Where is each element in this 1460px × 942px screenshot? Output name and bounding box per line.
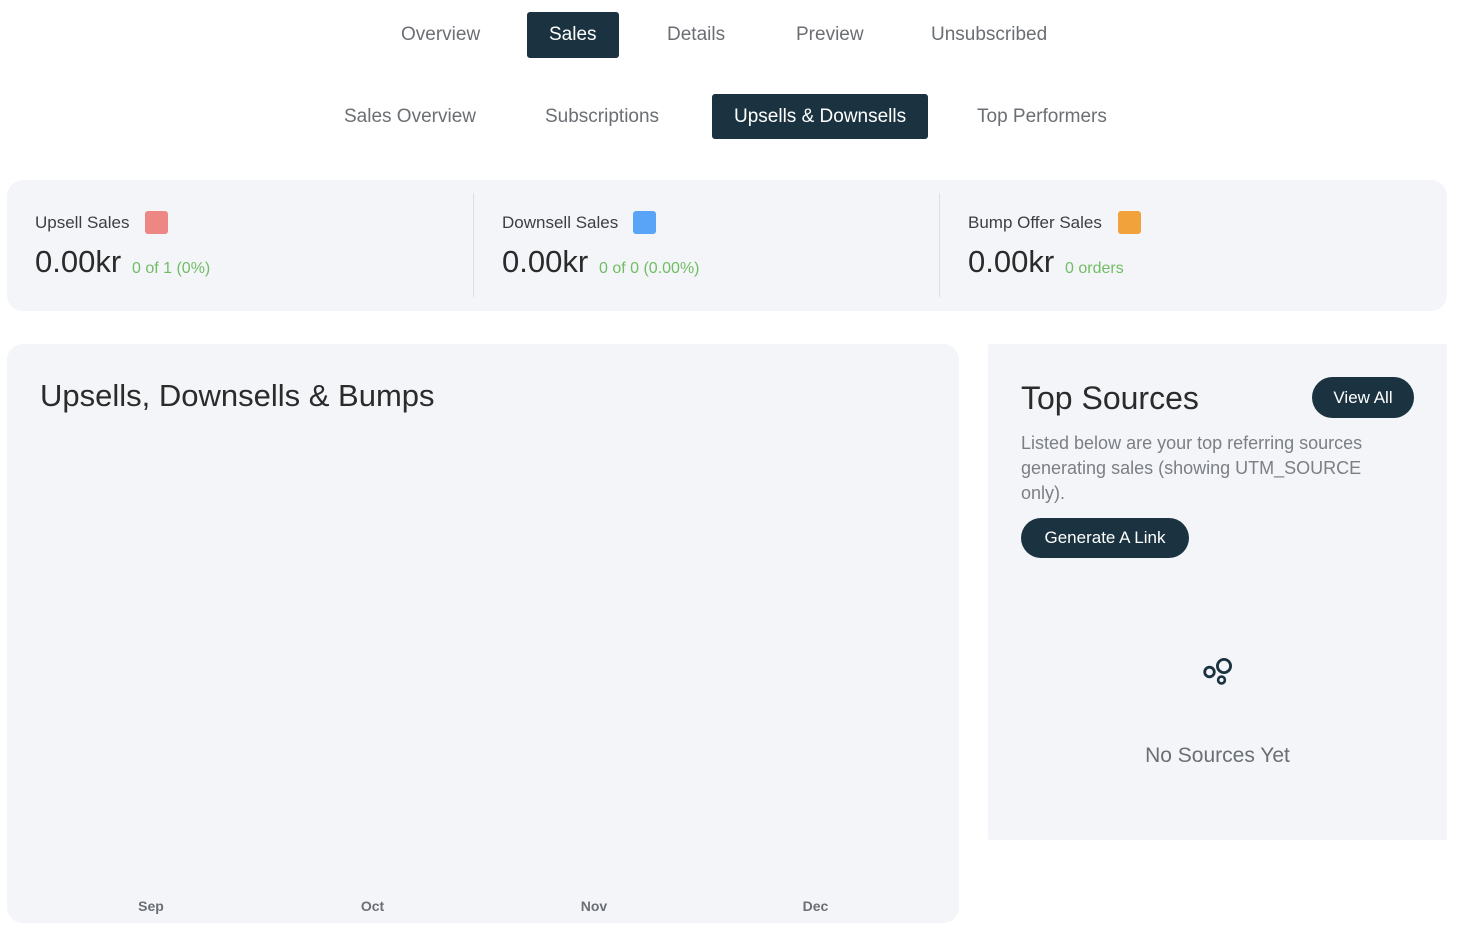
stat-subtext: 0 orders xyxy=(1065,260,1124,277)
divider xyxy=(939,193,940,297)
x-tick-label: Nov xyxy=(581,898,608,914)
x-tick-label: Dec xyxy=(803,898,829,914)
subtab-sales-overview[interactable]: Sales Overview xyxy=(322,94,498,139)
stat-value: 0.00kr xyxy=(968,244,1055,279)
tab-unsubscribed[interactable]: Unsubscribed xyxy=(909,12,1069,58)
subtab-subscriptions[interactable]: Subscriptions xyxy=(523,94,681,139)
x-tick-label: Oct xyxy=(361,898,385,914)
tab-preview[interactable]: Preview xyxy=(774,12,886,58)
divider xyxy=(473,193,474,297)
bump-color-swatch xyxy=(1118,211,1141,234)
stat-label: Bump Offer Sales xyxy=(968,213,1102,232)
stat-subtext: 0 of 0 (0.00%) xyxy=(599,260,700,277)
top-sources-title: Top Sources xyxy=(1021,380,1199,416)
chart-svg: Sep Oct Nov Dec xyxy=(138,898,829,914)
tab-details[interactable]: Details xyxy=(645,12,747,58)
stat-value: 0.00kr xyxy=(35,244,122,279)
tab-overview[interactable]: Overview xyxy=(379,12,502,58)
subtab-upsells-downsells[interactable]: Upsells & Downsells xyxy=(712,94,929,139)
empty-state-text: No Sources Yet xyxy=(1145,744,1290,767)
stat-value: 0.00kr xyxy=(502,244,589,279)
chart-card: Upsells, Downsells & Bumps Sep Oct Nov Dec xyxy=(7,344,959,923)
downsell-color-swatch xyxy=(633,211,656,234)
tab-sales[interactable]: Sales xyxy=(527,12,619,58)
top-sources-description: Listed below are your top referring sour… xyxy=(1021,433,1363,503)
stat-label: Downsell Sales xyxy=(502,213,619,232)
top-sources-card: Top Sources View All Listed below are yo… xyxy=(988,344,1447,840)
stat-subtext: 0 of 1 (0%) xyxy=(132,260,211,277)
generate-link-button[interactable]: Generate A Link xyxy=(1021,518,1189,558)
stats-panel: Upsell Sales 0.00kr 0 of 1 (0%) Downsell… xyxy=(7,180,1447,311)
view-all-button[interactable]: View All xyxy=(1312,377,1414,418)
upsell-color-swatch xyxy=(145,211,168,234)
bubbles-icon xyxy=(1203,658,1232,685)
stat-label: Upsell Sales xyxy=(35,213,130,232)
x-tick-label: Sep xyxy=(138,898,164,914)
subtab-top-performers[interactable]: Top Performers xyxy=(955,94,1129,139)
